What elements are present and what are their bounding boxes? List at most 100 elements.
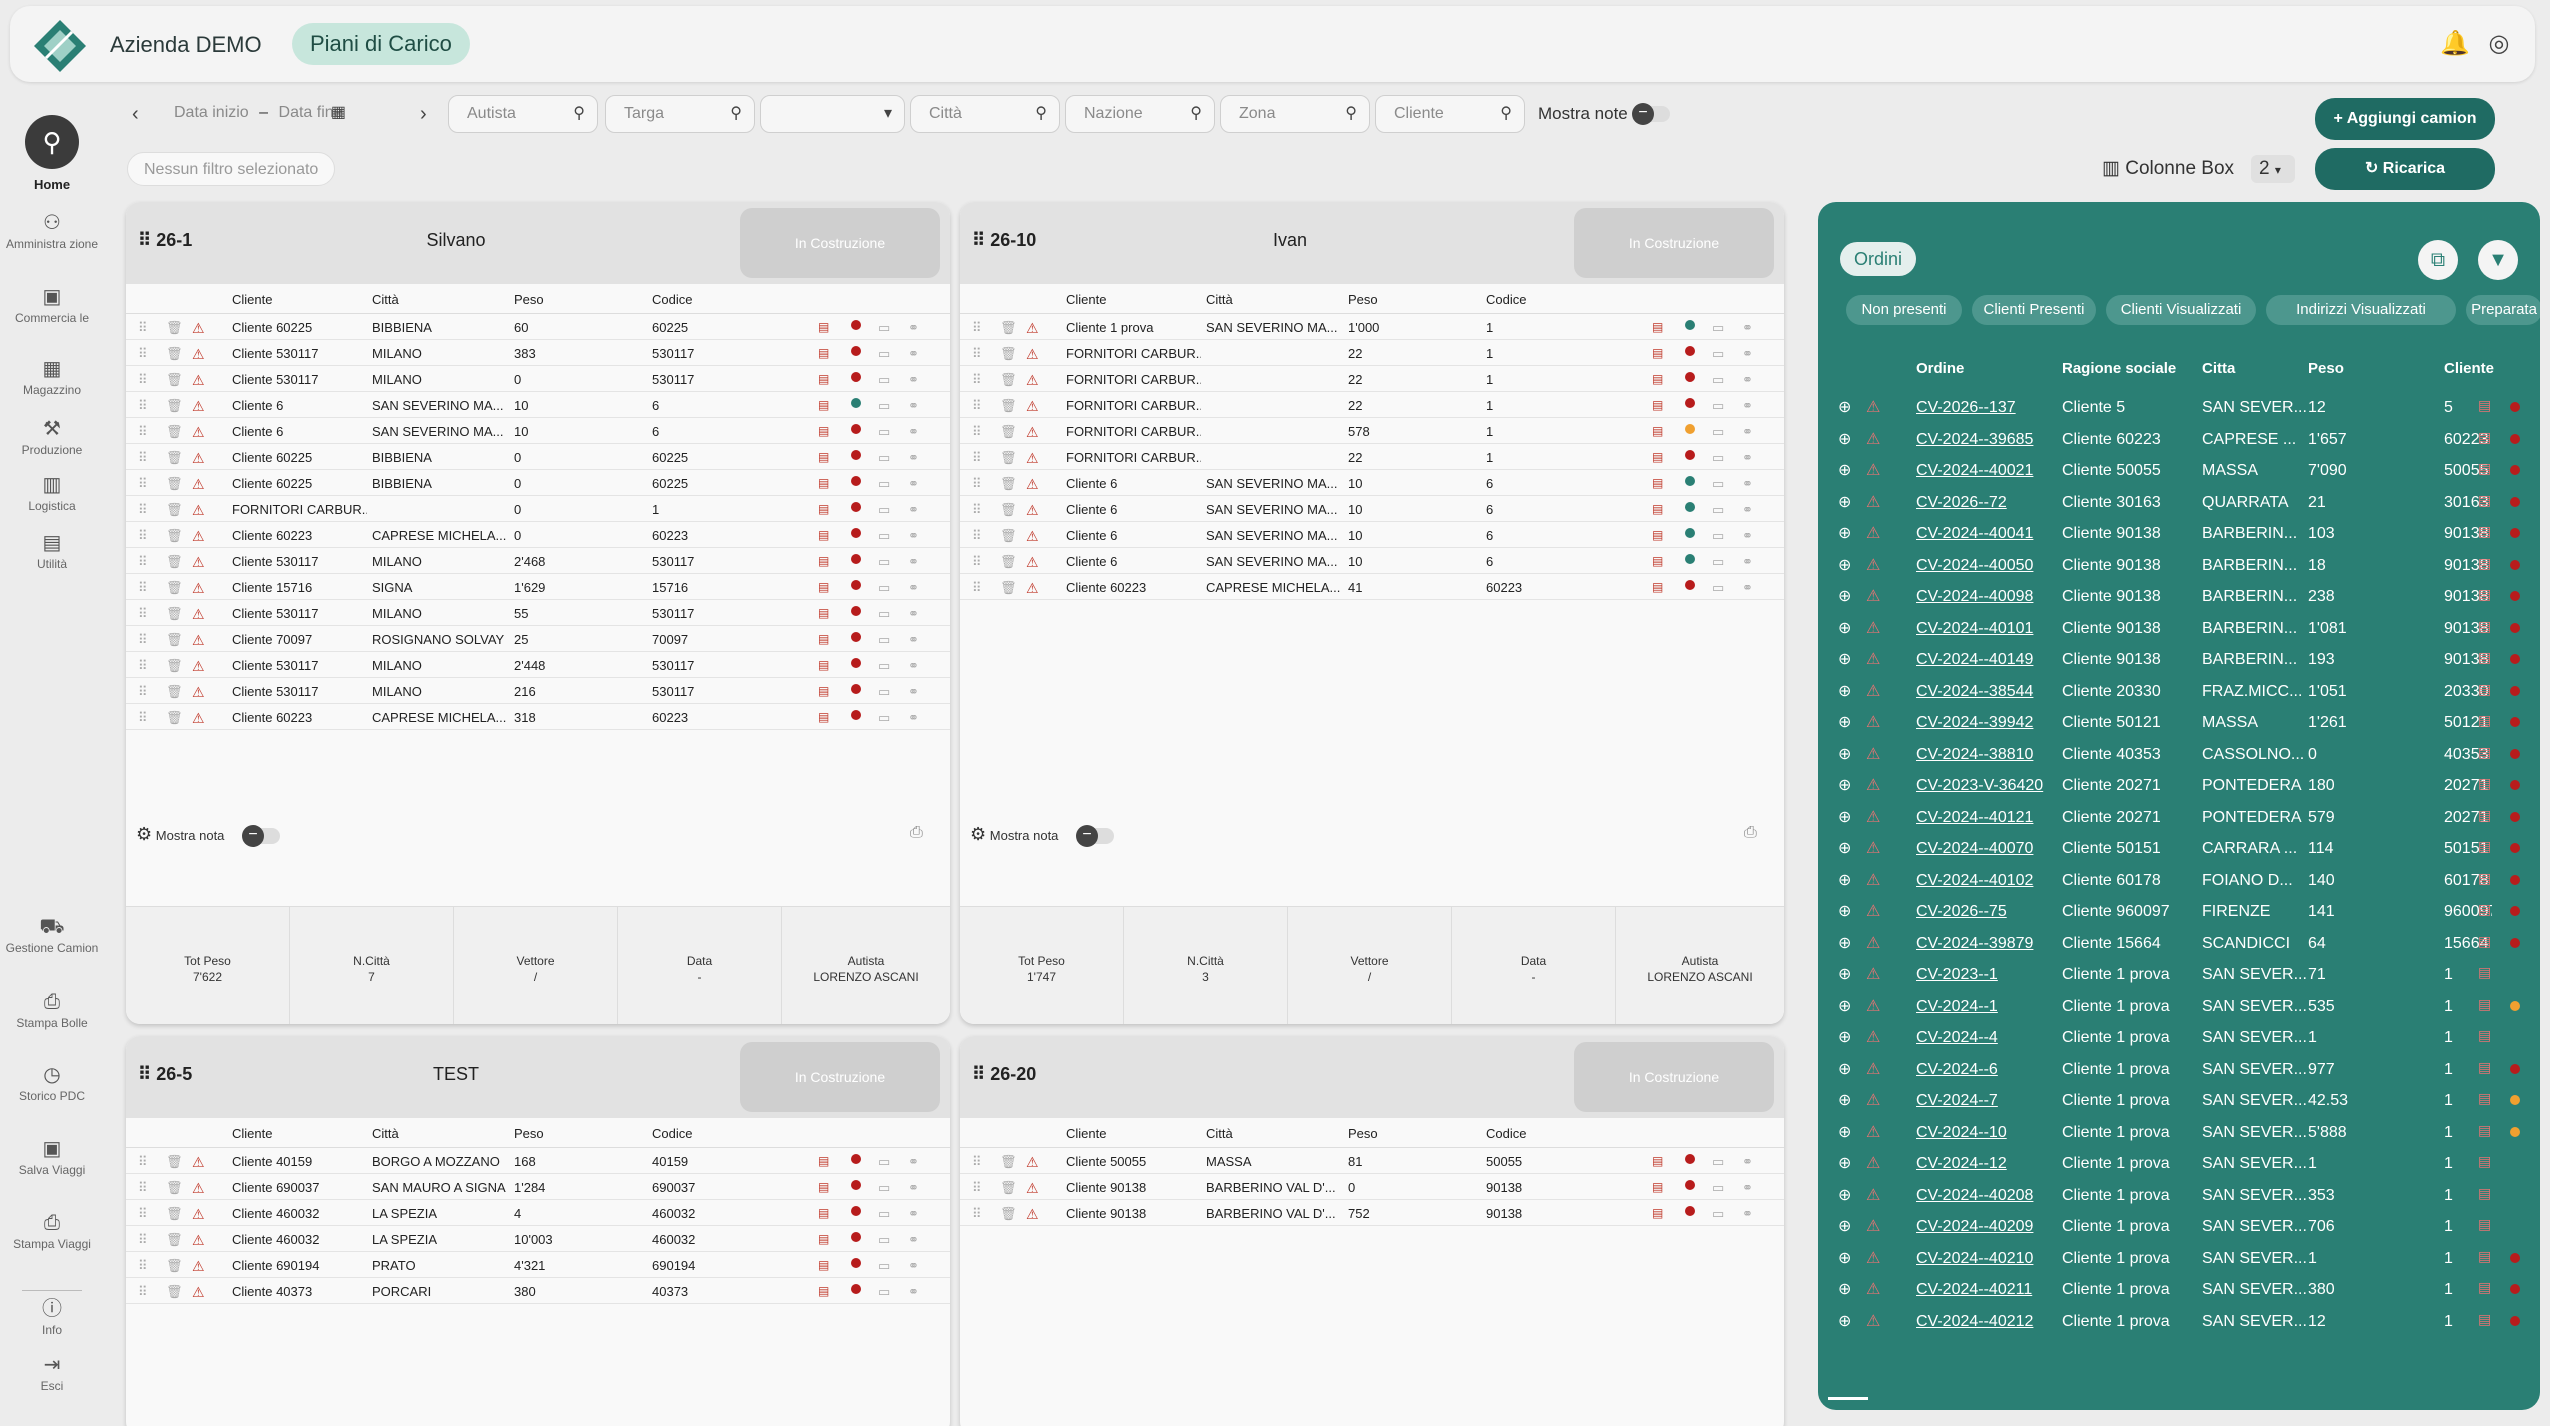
calendar-icon[interactable]: ▤ [1652, 580, 1663, 594]
drag-handle-icon[interactable]: ⠿ [138, 1284, 148, 1300]
trash-icon[interactable]: 🗑 [1000, 1154, 1017, 1170]
calendar-icon[interactable]: ▤ [2478, 1153, 2491, 1170]
search-icon[interactable]: ⚲ [25, 115, 79, 169]
trash-icon[interactable]: 🗑 [166, 372, 183, 388]
order-row[interactable]: ⊕ ⚠ CV-2024--39685 Cliente 60223 CAPRESE… [1836, 424, 2526, 456]
calendar-icon[interactable]: ▤ [2478, 649, 2491, 666]
calendar-icon[interactable]: ▤ [818, 632, 829, 646]
order-row[interactable]: ⊕ ⚠ CV-2024--39942 Cliente 50121 MASSA 1… [1836, 707, 2526, 739]
calendar-icon[interactable]: ▤ [2478, 1279, 2491, 1296]
link-icon[interactable]: ⚭ [1742, 1154, 1753, 1170]
order-link[interactable]: CV-2024--39942 [1916, 714, 2056, 732]
order-row[interactable]: ⊕ ⚠ CV-2024--4 Cliente 1 prova SAN SEVER… [1836, 1022, 2526, 1054]
order-row[interactable]: ⊕ ⚠ CV-2024--40211 Cliente 1 prova SAN S… [1836, 1274, 2526, 1306]
comment-icon[interactable]: ▭ [878, 502, 890, 518]
type-select[interactable]: ▾ [760, 95, 905, 133]
calendar-icon[interactable]: ▤ [818, 424, 829, 438]
drag-handle-icon[interactable]: ⠿ [972, 1180, 982, 1196]
drag-handle-icon[interactable]: ⠿ [138, 684, 148, 700]
calendar-icon[interactable]: ▤ [2478, 492, 2491, 509]
col-peso[interactable]: Peso [2308, 360, 2344, 377]
calendar-icon[interactable]: ▤ [1652, 1154, 1663, 1168]
trash-icon[interactable]: 🗑 [1000, 1206, 1017, 1222]
trash-icon[interactable]: 🗑 [166, 398, 183, 414]
calendar-icon[interactable]: ▤ [2478, 1122, 2491, 1139]
order-link[interactable]: CV-2024--1 [1916, 998, 2056, 1016]
add-circle-icon[interactable]: ⊕ [1838, 492, 1851, 512]
table-row[interactable]: ⠿ 🗑 ⚠ Cliente 530117 MILANO 2'448 530117… [126, 652, 950, 678]
calendar-icon[interactable]: ▤ [2478, 555, 2491, 572]
comment-icon[interactable]: ▭ [878, 684, 890, 700]
col-ordine[interactable]: Ordine [1916, 360, 1964, 377]
trash-icon[interactable]: 🗑 [166, 346, 183, 362]
order-row[interactable]: ⊕ ⚠ CV-2024--40149 Cliente 90138 BARBERI… [1836, 644, 2526, 676]
comment-icon[interactable]: ▭ [1712, 476, 1724, 492]
drag-handle-icon[interactable]: ⠿ [972, 1064, 985, 1084]
calendar-icon[interactable]: ▤ [818, 606, 829, 620]
card-code[interactable]: ⠿ 26-10 [972, 230, 1036, 251]
trash-icon[interactable]: 🗑 [166, 684, 183, 700]
add-circle-icon[interactable]: ⊕ [1838, 1216, 1851, 1236]
drag-handle-icon[interactable]: ⠿ [138, 528, 148, 544]
order-row[interactable]: ⊕ ⚠ CV-2024--40208 Cliente 1 prova SAN S… [1836, 1180, 2526, 1212]
calendar-icon[interactable]: ▤ [1652, 1180, 1663, 1194]
trash-icon[interactable]: 🗑 [166, 320, 183, 336]
calendar-icon[interactable]: ▤ [2478, 618, 2491, 635]
calendar-icon[interactable]: ▤ [818, 346, 829, 360]
link-icon[interactable]: ⚭ [1742, 476, 1753, 492]
add-circle-icon[interactable]: ⊕ [1838, 1027, 1851, 1047]
trash-icon[interactable]: 🗑 [1000, 580, 1017, 596]
table-row[interactable]: ⠿ 🗑 ⚠ Cliente 6 SAN SEVERINO MA... 10 6 … [960, 496, 1784, 522]
drag-handle-icon[interactable]: ⠿ [972, 1154, 982, 1170]
calendar-icon[interactable]: ▤ [1652, 320, 1663, 334]
sidebar-item-stampa-viaggi[interactable]: ⎙ Stampa Viaggi [0, 1211, 104, 1252]
trash-icon[interactable]: 🗑 [1000, 424, 1017, 440]
chip-indirizzi-visualizzati[interactable]: Indirizzi Visualizzati [2266, 295, 2456, 325]
table-row[interactable]: ⠿ 🗑 ⚠ Cliente 60223 CAPRESE MICHELA... 0… [126, 522, 950, 548]
table-row[interactable]: ⠿ 🗑 ⚠ Cliente 60223 CAPRESE MICHELA... 3… [126, 704, 950, 730]
table-row[interactable]: ⠿ 🗑 ⚠ Cliente 60225 BIBBIENA 0 60225 ▤ ▭… [126, 470, 950, 496]
drag-handle-icon[interactable]: ⠿ [138, 1258, 148, 1274]
trash-icon[interactable]: 🗑 [166, 658, 183, 674]
order-link[interactable]: CV-2024--12 [1916, 1155, 2056, 1173]
print-icon[interactable]: ⎙ [910, 824, 923, 842]
comment-icon[interactable]: ▭ [878, 710, 890, 726]
drag-handle-icon[interactable]: ⠿ [138, 554, 148, 570]
calendar-icon[interactable]: ▤ [2478, 712, 2491, 729]
link-icon[interactable]: ⚭ [1742, 554, 1753, 570]
drag-handle-icon[interactable]: ⠿ [138, 372, 148, 388]
add-circle-icon[interactable]: ⊕ [1838, 523, 1851, 543]
calendar-icon[interactable]: ▤ [1652, 554, 1663, 568]
sidebar-item-logistica[interactable]: ▥ Logistica [0, 473, 104, 514]
comment-icon[interactable]: ▭ [878, 580, 890, 596]
sidebar-item-home[interactable]: Home [0, 177, 104, 192]
link-icon[interactable]: ⚭ [1742, 580, 1753, 596]
link-icon[interactable]: ⚭ [908, 684, 919, 700]
table-row[interactable]: ⠿ 🗑 ⚠ FORNITORI CARBUR... 578 1 ▤ ▭ ⚭ [960, 418, 1784, 444]
drag-handle-icon[interactable]: ⠿ [138, 1206, 148, 1222]
calendar-icon[interactable]: ▤ [818, 1232, 829, 1246]
drag-handle-icon[interactable]: ⠿ [972, 398, 982, 414]
link-icon[interactable]: ⚭ [908, 554, 919, 570]
chevron-right-icon[interactable]: › [420, 103, 427, 126]
gear-icon[interactable]: ⚙ [970, 824, 986, 844]
trash-icon[interactable]: 🗑 [166, 476, 183, 492]
trash-icon[interactable]: 🗑 [166, 1206, 183, 1222]
calendar-icon[interactable]: ▤ [818, 1180, 829, 1194]
trash-icon[interactable]: 🗑 [1000, 372, 1017, 388]
trash-icon[interactable]: 🗑 [166, 528, 183, 544]
comment-icon[interactable]: ▭ [1712, 1180, 1724, 1196]
comment-icon[interactable]: ▭ [878, 1284, 890, 1300]
add-circle-icon[interactable]: ⊕ [1838, 901, 1851, 921]
comment-icon[interactable]: ▭ [878, 1180, 890, 1196]
calendar-icon[interactable]: ▤ [818, 476, 829, 490]
trash-icon[interactable]: 🗑 [166, 1232, 183, 1248]
calendar-icon[interactable]: ▦ [331, 95, 346, 131]
calendar-icon[interactable]: ▤ [2478, 586, 2491, 603]
drag-handle-icon[interactable]: ⠿ [972, 424, 982, 440]
calendar-icon[interactable]: ▤ [2478, 1090, 2491, 1107]
trash-icon[interactable]: 🗑 [166, 632, 183, 648]
calendar-icon[interactable]: ▤ [2478, 1185, 2491, 1202]
table-row[interactable]: ⠿ 🗑 ⚠ Cliente 690037 SAN MAURO A SIGNA 1… [126, 1174, 950, 1200]
mostra-nota-toggle[interactable]: − [242, 825, 280, 847]
